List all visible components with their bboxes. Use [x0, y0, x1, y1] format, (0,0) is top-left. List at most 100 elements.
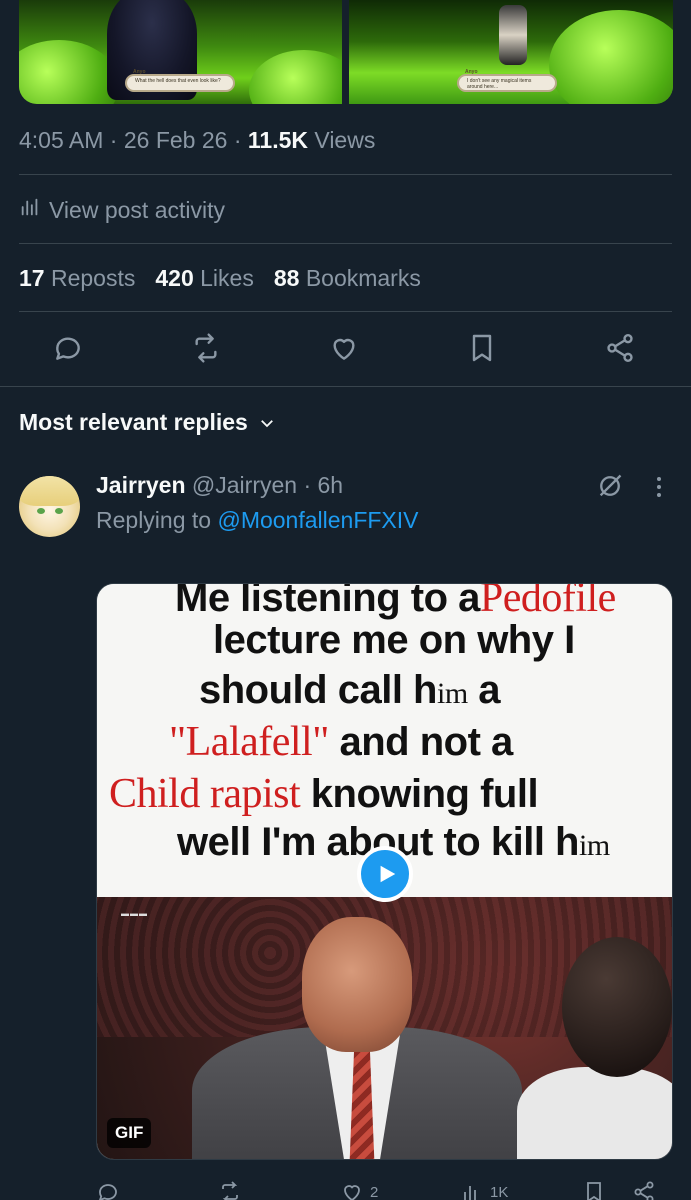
meme-line-1: Me listening to aPedofile: [175, 583, 616, 622]
views-count: 11.5K: [247, 127, 308, 153]
meme-photo: ▬▬▬: [97, 897, 672, 1159]
comment-icon: [56, 337, 80, 360]
share-icon: [607, 334, 633, 362]
man-head: [302, 917, 412, 1052]
view-post-activity-label: View post activity: [49, 196, 225, 223]
meme-line-4: "Lalafell" and not a: [169, 718, 513, 766]
game-dialog-box: Anyo I don't see any magical items aroun…: [457, 69, 557, 92]
post-action-bar: [0, 332, 691, 368]
reply-action-bar: 2 1K: [0, 1176, 691, 1200]
bookmarks-label: Bookmarks: [305, 265, 421, 291]
meme-text-red: "Lalafell": [169, 719, 329, 765]
reply-bookmark-button[interactable]: [582, 1180, 606, 1200]
repost-button[interactable]: [190, 332, 222, 364]
replying-to-link[interactable]: @MoonfallenFFXIV: [217, 507, 418, 533]
game-dialog-box: Anyo What the hell does that even look l…: [125, 69, 235, 92]
grok-icon: [599, 474, 622, 497]
reply-author-name[interactable]: Jairryen: [96, 472, 186, 498]
bookmark-icon: [472, 334, 492, 362]
avatar-eye: [55, 508, 63, 514]
likes-stat[interactable]: 420 Likes: [155, 265, 253, 292]
gif-badge: GIF: [107, 1118, 152, 1148]
post-media-grid[interactable]: Anyo What the hell does that even look l…: [19, 0, 673, 104]
play-button[interactable]: [357, 846, 413, 902]
post-date[interactable]: 26 Feb 26: [124, 127, 228, 153]
post-time[interactable]: 4:05 AM: [19, 127, 103, 153]
slime-blob: [19, 40, 119, 104]
avatar-hair: [19, 476, 80, 506]
meme-line-5: Child rapist knowing full: [109, 770, 539, 818]
meme-line-3: should call him a: [199, 668, 501, 713]
separator: ·: [297, 472, 318, 498]
dialog-speaker: Anyo: [133, 69, 146, 75]
meme-text: knowing full: [300, 772, 539, 816]
divider: [19, 243, 672, 244]
meme-text-serif: im: [578, 829, 610, 862]
reply-age[interactable]: 6h: [318, 472, 344, 498]
likes-label: Likes: [200, 265, 254, 291]
bar-chart-icon: [464, 1186, 476, 1200]
share-button[interactable]: [604, 332, 636, 364]
bookmarks-stat[interactable]: 88 Bookmarks: [274, 265, 421, 292]
comment-icon: [99, 1184, 117, 1200]
separator: ·: [103, 127, 124, 153]
bookmarks-count: 88: [273, 265, 300, 291]
reply-views-button[interactable]: 1K: [460, 1180, 508, 1200]
post-meta: 4:05 AM · 26 Feb 26 · 11.5K Views: [19, 127, 375, 154]
bookmark-button[interactable]: [466, 332, 498, 364]
meme-text: a: [467, 668, 501, 712]
meme-text: Me listening to a: [175, 583, 480, 620]
slime-blob: [549, 10, 673, 104]
replies-sort-dropdown[interactable]: Most relevant replies: [19, 409, 276, 436]
views-label: Views: [308, 127, 376, 153]
meme-text-red: Child rapist: [109, 771, 301, 817]
reply-repost-button[interactable]: [218, 1180, 242, 1200]
meme-text: and not a: [328, 720, 513, 764]
reposts-stat[interactable]: 17 Reposts: [19, 265, 135, 292]
likes-count: 420: [155, 265, 194, 291]
reposts-count: 17: [19, 265, 45, 291]
grok-button[interactable]: [596, 472, 624, 500]
divider: [19, 311, 672, 312]
reply-author-handle[interactable]: @Jairryen: [192, 472, 297, 498]
post-detail-page: Anyo What the hell does that even look l…: [0, 0, 691, 1200]
post-image-left[interactable]: Anyo What the hell does that even look l…: [19, 0, 342, 104]
bookmark-icon: [587, 1182, 601, 1200]
chevron-down-icon: [260, 419, 273, 427]
other-person-head: [562, 937, 672, 1077]
reply-gif-card[interactable]: Me listening to aPedofile lecture me on …: [96, 583, 673, 1160]
view-post-activity-link[interactable]: View post activity: [19, 196, 225, 224]
heart-icon: [333, 338, 355, 360]
dialog-speaker: Anyo: [465, 69, 478, 75]
replies-sort-label: Most relevant replies: [19, 409, 248, 435]
slime-blob: [249, 50, 342, 104]
post-image-right[interactable]: Anyo I don't see any magical items aroun…: [349, 0, 673, 104]
reply-reply-button[interactable]: [96, 1180, 120, 1200]
meme-text: should call h: [199, 668, 437, 712]
reply-button[interactable]: [52, 332, 84, 364]
avatar-eye: [37, 508, 45, 514]
meme-text-serif: im: [436, 677, 468, 710]
heart-icon: [344, 1185, 360, 1200]
reply-like-button[interactable]: 2: [340, 1180, 378, 1200]
repost-icon: [195, 333, 217, 363]
more-vertical-icon: [657, 477, 661, 497]
tv-logo-watermark: ▬▬▬: [121, 909, 148, 918]
repost-icon: [222, 1181, 238, 1200]
dialog-text: What the hell does that even look like?: [135, 78, 221, 84]
post-stats: 17 Reposts 420 Likes 88 Bookmarks: [19, 265, 421, 292]
reply-like-count: 2: [370, 1183, 379, 1200]
like-button[interactable]: [328, 332, 360, 364]
avatar[interactable]: [19, 476, 80, 537]
share-icon: [634, 1181, 654, 1200]
dialog-text: I don't see any magical items around her…: [467, 78, 532, 90]
meme-text-red: Pedofile: [479, 583, 616, 621]
reply-share-button[interactable]: [632, 1180, 656, 1200]
more-options-button[interactable]: [648, 474, 670, 500]
replying-to-prefix: Replying to: [96, 507, 218, 533]
reply-header: Jairryen @Jairryen · 6h: [96, 472, 343, 499]
reposts-label: Reposts: [50, 265, 136, 291]
replying-to-line: Replying to @MoonfallenFFXIV: [96, 507, 419, 534]
bar-chart-icon: [19, 196, 41, 224]
play-icon: [380, 865, 396, 883]
